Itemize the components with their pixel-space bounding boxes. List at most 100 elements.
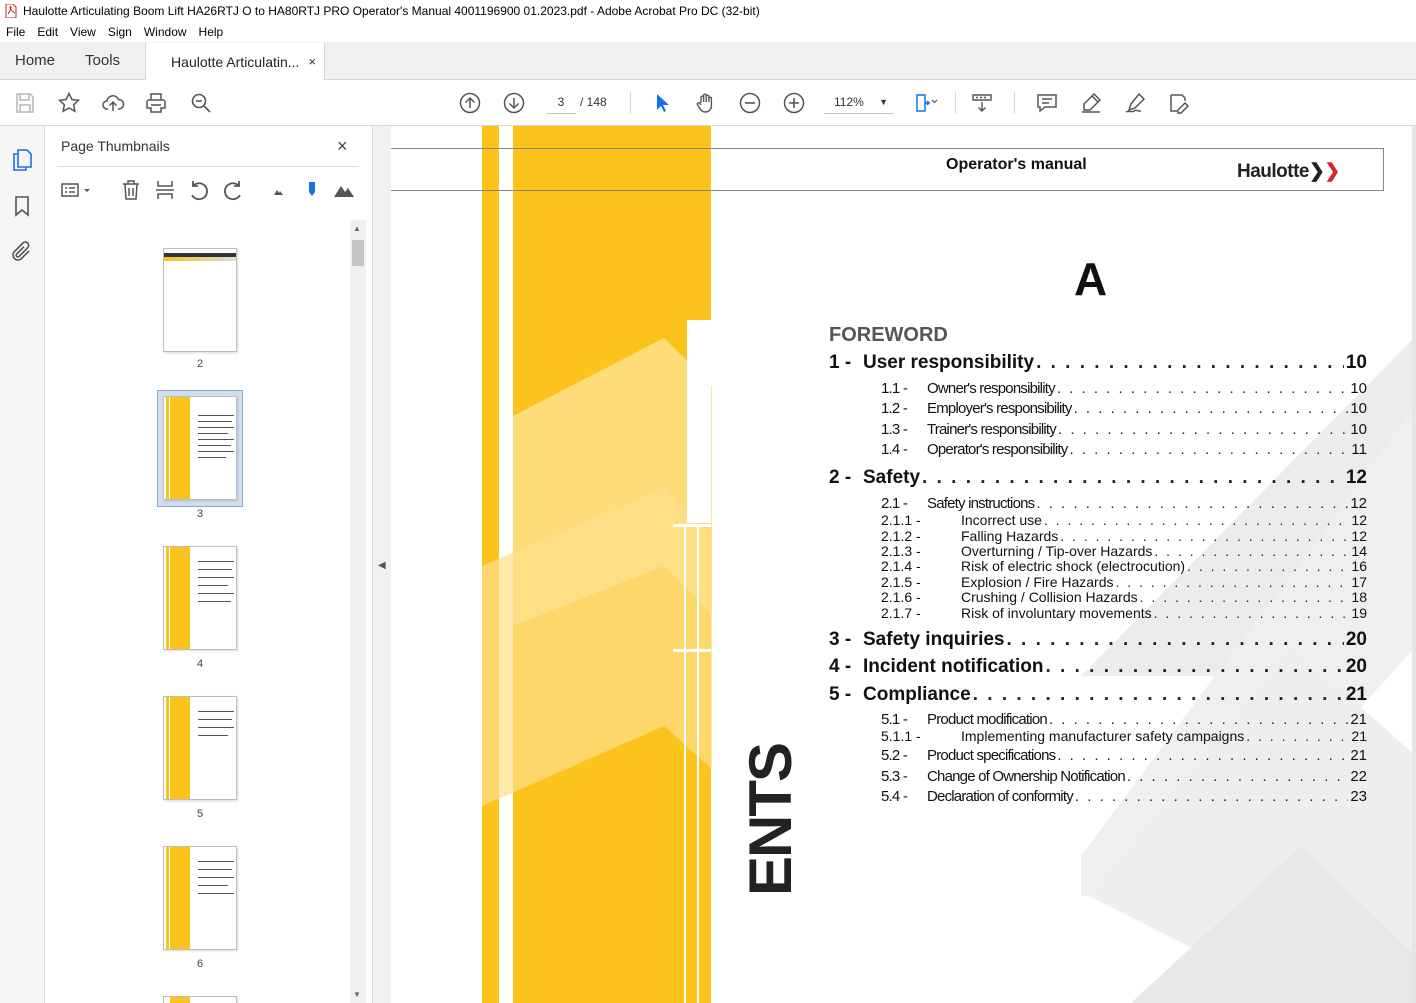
rotate-right-icon[interactable] <box>221 178 245 202</box>
toc-entry[interactable]: 3 - Safety inquiries. . . . . . . . . . .… <box>829 629 1367 651</box>
document-scrollbar[interactable] <box>1412 126 1416 1003</box>
attachment-icon[interactable] <box>10 240 34 264</box>
toc-entry[interactable]: 2.1.3 - Overturning / Tip-over Hazards. .… <box>881 543 1367 559</box>
thumb-yellow-band <box>170 547 190 649</box>
close-icon[interactable]: × <box>337 136 348 157</box>
upload-icon[interactable] <box>101 91 125 115</box>
menu-window[interactable]: Window <box>144 25 187 39</box>
toc-entry[interactable]: 2.1.2 - Falling Hazards. . . . . . . . . … <box>881 528 1367 544</box>
toc-leader-dots: . . . . . . . . . . . . . . . . . . . . … <box>1045 656 1344 677</box>
page-thumbnail[interactable] <box>163 696 237 800</box>
toc-entry[interactable]: 5.3 - Change of Ownership Notification. .… <box>881 768 1367 785</box>
document-viewport[interactable]: Operator's manual Haulotte❯❯ A FOREWORD … <box>391 126 1416 1003</box>
toc-entry[interactable]: 4 - Incident notification. . . . . . . . … <box>829 656 1367 678</box>
page-thumbnails-icon[interactable] <box>10 148 34 172</box>
fit-page-icon[interactable] <box>914 91 938 115</box>
zoom-in-icon[interactable] <box>782 91 806 115</box>
toc-entry-number: 2.1.4 - <box>881 558 921 574</box>
toc-entry-number: 2.1.7 - <box>881 605 921 621</box>
scrollbar-thumb[interactable] <box>352 240 364 266</box>
toc-entry[interactable]: 1.2 - Employer's responsibility. . . . . … <box>881 400 1367 417</box>
toc-entry[interactable]: 5.4 - Declaration of conformity. . . . . … <box>881 788 1367 805</box>
menu-sign[interactable]: Sign <box>108 25 132 39</box>
toc-entry-number: 5.1.1 - <box>881 728 921 744</box>
close-tab-icon[interactable]: × <box>308 54 316 69</box>
rotate-left-icon[interactable] <box>187 178 211 202</box>
toc-entry-page: 20 <box>1345 656 1367 677</box>
page-thumbnail[interactable] <box>163 996 237 1003</box>
page-thumbnail[interactable] <box>163 248 237 352</box>
toc-leader-dots: . . . . . . . . . . . . . . . . . . . . … <box>1139 589 1350 605</box>
scroll-mode-icon[interactable] <box>970 91 994 115</box>
print-icon[interactable] <box>144 91 168 115</box>
menu-help[interactable]: Help <box>199 25 224 39</box>
page-number-input[interactable]: 3 <box>546 90 576 114</box>
comment-icon[interactable] <box>1035 91 1059 115</box>
edit-icon[interactable] <box>1167 91 1191 115</box>
page-thumbnail[interactable] <box>163 546 237 650</box>
menu-file[interactable]: File <box>6 25 25 39</box>
thumb-text-line <box>198 885 228 886</box>
toc-entry[interactable]: 2 - Safety. . . . . . . . . . . . . . . .… <box>829 467 1367 489</box>
toc-entry-page: 10 <box>1350 400 1367 417</box>
hand-icon[interactable] <box>694 91 718 115</box>
large-thumbnails-icon[interactable] <box>332 178 356 202</box>
toc-entry[interactable]: 2.1.6 - Crushing / Collision Hazards. . .… <box>881 589 1367 605</box>
tab-document[interactable]: Haulotte Articulatin... × <box>145 43 326 80</box>
toc-entry[interactable]: 1.4 - Operator's responsibility. . . . . … <box>881 441 1367 458</box>
save-icon[interactable] <box>13 91 37 115</box>
bookmark-icon[interactable] <box>10 194 34 218</box>
logo-chevron-icon: ❯ <box>1309 161 1325 182</box>
zoom-select[interactable]: 112% ▼ <box>824 90 894 114</box>
tab-home[interactable]: Home <box>0 42 70 79</box>
toc-leader-dots: . . . . . . . . . . . . . . . . . . . . … <box>972 684 1344 705</box>
small-thumbnails-icon[interactable] <box>267 178 291 202</box>
page-down-icon[interactable] <box>502 91 526 115</box>
toc-entry-number: 5.4 - <box>881 788 908 805</box>
toc-entry[interactable]: 1 - User responsibility. . . . . . . . . … <box>829 352 1367 374</box>
panel-collapse-handle[interactable]: ◀ <box>373 126 391 1003</box>
toc-entry-label: Safety <box>863 467 921 488</box>
thumb-text-line <box>198 415 234 416</box>
thumbnail-page-number: 2 <box>196 358 204 370</box>
toc-entry[interactable]: 2.1 - Safety instructions. . . . . . . . … <box>881 495 1367 512</box>
toc-leader-dots: . . . . . . . . . . . . . . . . . . . . … <box>1060 528 1349 544</box>
menu-edit[interactable]: Edit <box>37 25 58 39</box>
page-thumbnail[interactable] <box>163 846 237 950</box>
toc-entry[interactable]: 1.1 - Owner's responsibility. . . . . . .… <box>881 380 1367 397</box>
select-icon[interactable] <box>650 91 674 115</box>
toc-entry[interactable]: 5.1.1 - Implementing manufacturer safety … <box>881 728 1367 744</box>
toc-entry[interactable]: 2.1.7 - Risk of involuntary movements. . … <box>881 605 1367 621</box>
toc-leader-dots: . . . . . . . . . . . . . . . . . . . . … <box>1246 728 1349 744</box>
toc-entry[interactable]: 2.1.5 - Explosion / Fire Hazards. . . . .… <box>881 574 1367 590</box>
toc-entry[interactable]: 5 - Compliance. . . . . . . . . . . . . .… <box>829 684 1367 706</box>
toc-leader-dots: . . . . . . . . . . . . . . . . . . . . … <box>1048 711 1348 728</box>
toc-entry[interactable]: 1.3 - Trainer's responsibility. . . . . .… <box>881 421 1367 438</box>
extract-icon[interactable] <box>153 178 177 202</box>
toc-entry[interactable]: 5.2 - Product specifications. . . . . . .… <box>881 747 1367 764</box>
toc-entry[interactable]: 2.1.1 - Incorrect use. . . . . . . . . . … <box>881 512 1367 528</box>
menu-view[interactable]: View <box>70 25 96 39</box>
highlight-icon[interactable] <box>1079 91 1103 115</box>
thumb-text-line <box>198 869 232 870</box>
find-icon[interactable] <box>189 91 213 115</box>
star-icon[interactable] <box>57 91 81 115</box>
white-stripe <box>697 527 699 1003</box>
scroll-up-icon[interactable]: ▲ <box>353 224 361 233</box>
chevron-down-icon: ▼ <box>879 97 888 107</box>
delete-icon[interactable] <box>119 178 143 202</box>
page-up-icon[interactable] <box>458 91 482 115</box>
scroll-down-icon[interactable]: ▼ <box>353 990 361 999</box>
thumbnail-options-icon[interactable] <box>59 178 95 202</box>
toc-leader-dots: . . . . . . . . . . . . . . . . . . . . … <box>1006 629 1344 650</box>
chevron-decoration <box>482 338 712 806</box>
thumbnail-size-slider-icon[interactable] <box>300 178 324 202</box>
thumbnails-scrollbar[interactable]: ▲ ▼ <box>350 220 366 1003</box>
toc-entry[interactable]: 5.1 - Product modification. . . . . . . .… <box>881 711 1367 728</box>
tab-tools[interactable]: Tools <box>70 42 135 79</box>
page-thumbnail-selected[interactable] <box>163 396 237 500</box>
toc-entry-number: 5 - <box>829 684 852 705</box>
zoom-out-icon[interactable] <box>738 91 762 115</box>
toc-entry[interactable]: 2.1.4 - Risk of electric shock (electrocu… <box>881 558 1367 574</box>
sign-icon[interactable] <box>1123 91 1147 115</box>
